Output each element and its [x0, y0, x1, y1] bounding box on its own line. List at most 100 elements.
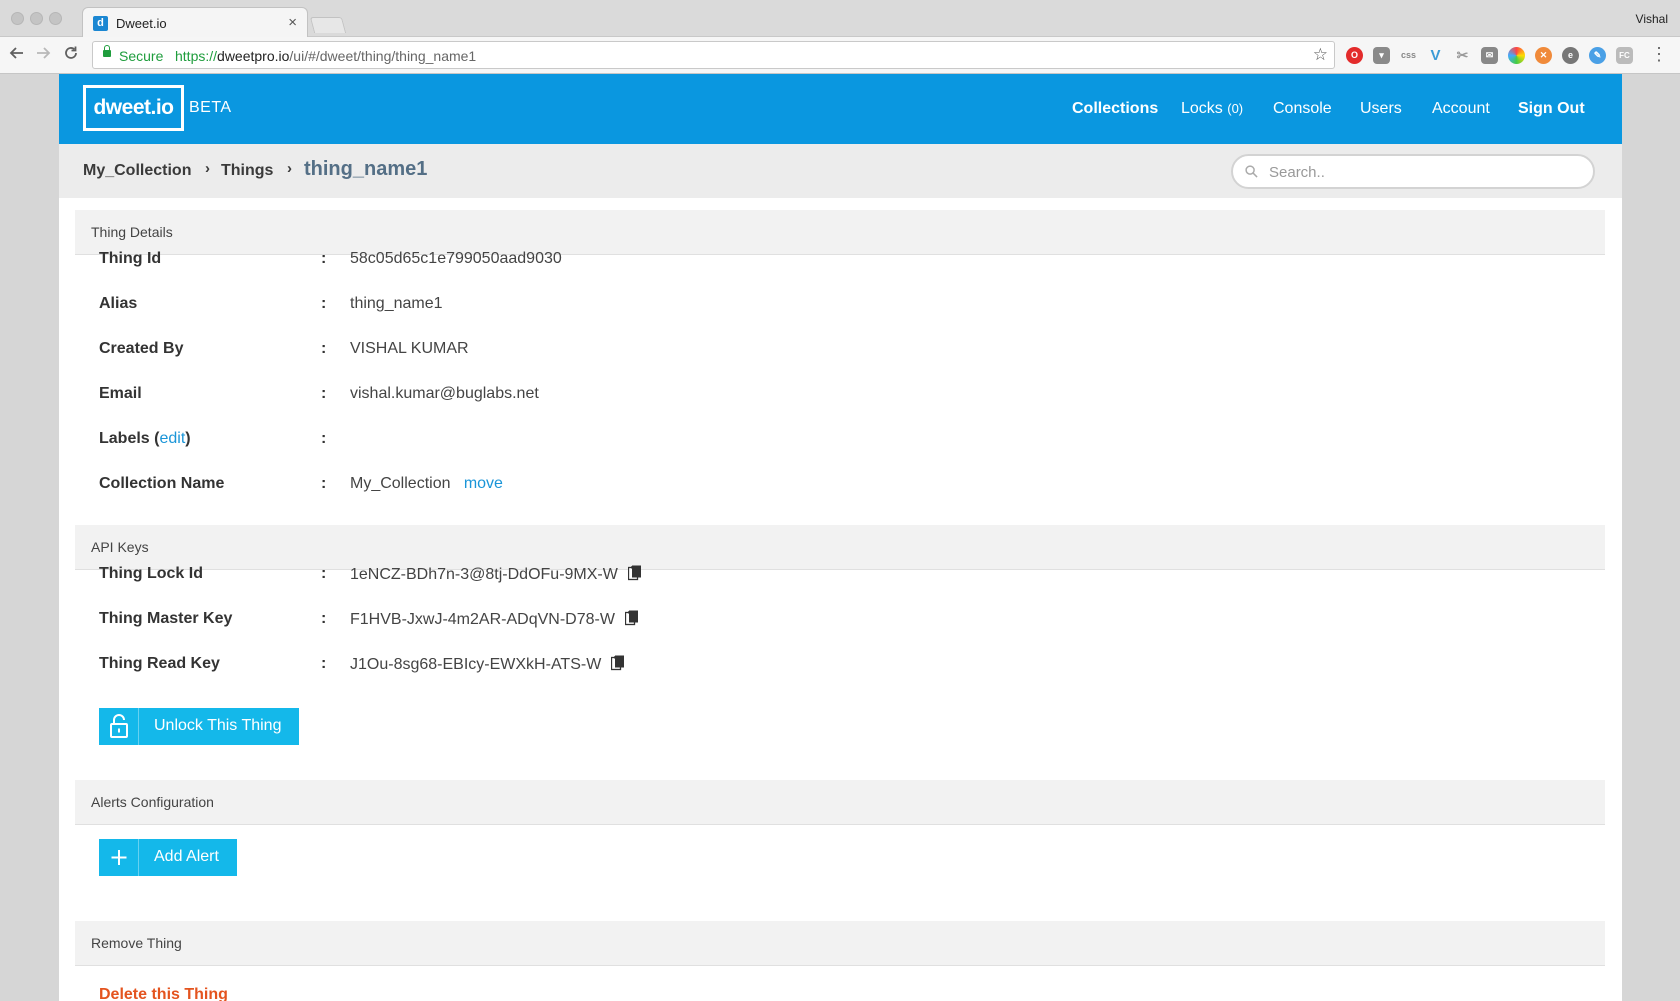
bookmark-star-icon[interactable]: ☆ [1313, 45, 1328, 65]
tab-close-icon[interactable]: × [288, 14, 297, 31]
search-icon [1245, 165, 1258, 178]
section-alerts-configuration: Alerts Configuration [75, 780, 1605, 825]
breadcrumb-chevron-icon: › [205, 160, 210, 177]
row-label: Thing Master Key [99, 610, 233, 627]
add-alert-label: Add Alert [154, 848, 219, 865]
copy-icon[interactable] [624, 610, 639, 626]
beta-badge: BETA [189, 99, 232, 116]
nav-console[interactable]: Console [1273, 100, 1332, 118]
read-key-text: J1Ou-8sg68-EBIcy-EWXkH-ATS-W [350, 656, 602, 673]
move-collection-link[interactable]: move [464, 475, 503, 492]
alias-value: thing_name1 [350, 295, 443, 312]
copy-icon[interactable] [611, 655, 625, 671]
section-thing-details: Thing Details [75, 210, 1605, 255]
mail-icon[interactable]: ✉ [1481, 47, 1498, 64]
search-box[interactable] [1231, 154, 1595, 189]
css-icon[interactable]: css [1400, 47, 1417, 64]
row-colon: : [321, 655, 327, 672]
section-remove-thing: Remove Thing [75, 921, 1605, 966]
breadcrumb-chevron-icon: › [287, 160, 292, 177]
dweet-favicon-icon: d [93, 16, 108, 31]
browser-toolbar: Secure https://dweetpro.io/ui/#/dweet/th… [0, 37, 1680, 74]
add-alert-button[interactable]: Add Alert [99, 839, 237, 876]
nav-account[interactable]: Account [1432, 100, 1490, 118]
pocket-icon[interactable]: ▾ [1373, 47, 1390, 64]
thing-id-value: 58c05d65c1e799050aad9030 [350, 250, 562, 267]
close-window-button[interactable] [11, 12, 24, 25]
plus-icon [99, 839, 139, 876]
section-api-keys: API Keys [75, 525, 1605, 570]
row-label: Created By [99, 340, 184, 357]
dweet-logo[interactable]: dweet.io [83, 85, 184, 131]
row-label: Thing Lock Id [99, 565, 203, 582]
breadcrumb-things[interactable]: Things [221, 162, 273, 180]
breadcrumb-current: thing_name1 [304, 158, 428, 180]
secure-label: Secure [119, 48, 164, 64]
url-scheme: https:// [175, 48, 218, 64]
address-bar[interactable]: Secure https://dweetpro.io/ui/#/dweet/th… [92, 41, 1335, 69]
color-wheel-icon[interactable] [1508, 47, 1525, 64]
app-header: dweet.io BETA Collections Locks (0) Cons… [59, 74, 1622, 144]
row-label: Alias [99, 295, 138, 312]
collection-name-text: My_Collection [350, 475, 451, 492]
nav-locks-label: Locks [1181, 100, 1223, 117]
row-label: Collection Name [99, 475, 225, 492]
browser-tab[interactable]: d Dweet.io × [82, 7, 308, 38]
row-colon: : [321, 340, 327, 357]
labels-label-prefix: Labels ( [99, 430, 160, 447]
unlock-icon [99, 708, 139, 745]
email-value: vishal.kumar@buglabs.net [350, 385, 539, 402]
minimize-window-button[interactable] [30, 12, 43, 25]
reload-icon[interactable] [63, 45, 79, 66]
nav-sign-out[interactable]: Sign Out [1518, 100, 1585, 118]
nav-locks[interactable]: Locks (0) [1181, 100, 1243, 118]
tab-title: Dweet.io [116, 16, 167, 31]
browser-menu-icon[interactable]: ⋮ [1650, 44, 1668, 65]
fc-icon[interactable]: FC [1616, 47, 1633, 64]
evernote-icon[interactable]: e [1562, 47, 1579, 64]
unlock-thing-label: Unlock This Thing [154, 717, 282, 734]
labels-edit-link[interactable]: edit [159, 430, 185, 447]
row-label: Email [99, 385, 142, 402]
scissors-icon[interactable]: ✂ [1454, 47, 1471, 64]
labels-label: Labels (edit) [99, 430, 191, 448]
row-colon: : [321, 385, 327, 402]
row-colon: : [321, 610, 327, 627]
url-path: /ui/#/dweet/thing/thing_name1 [289, 48, 477, 64]
unlock-thing-button[interactable]: Unlock This Thing [99, 708, 299, 745]
row-colon: : [321, 475, 327, 492]
labels-label-suffix: ) [185, 430, 191, 447]
row-label: Thing Id [99, 250, 162, 267]
copy-icon[interactable] [627, 565, 642, 581]
secure-lock-icon [103, 45, 111, 57]
nav-users[interactable]: Users [1360, 100, 1402, 118]
row-label: Thing Read Key [99, 655, 220, 672]
row-colon: : [321, 295, 327, 312]
master-key-text: F1HVB-JxwJ-4m2AR-ADqVN-D78-W [350, 611, 615, 628]
breadcrumb-collection[interactable]: My_Collection [83, 162, 191, 180]
nav-collections[interactable]: Collections [1072, 100, 1158, 118]
url-text[interactable]: https://dweetpro.io/ui/#/dweet/thing/thi… [175, 48, 476, 64]
read-key-value: J1Ou-8sg68-EBIcy-EWXkH-ATS-W [350, 655, 625, 674]
url-host: dweetpro.io [217, 48, 290, 64]
pencil-icon[interactable]: ✎ [1589, 47, 1606, 64]
browser-profile-name[interactable]: Vishal [1636, 12, 1668, 26]
page: dweet.io BETA Collections Locks (0) Cons… [59, 74, 1622, 1001]
close-circle-icon[interactable]: ✕ [1535, 47, 1552, 64]
created-by-value: VISHAL KUMAR [350, 340, 469, 357]
vue-icon[interactable]: V [1427, 47, 1444, 64]
master-key-value: F1HVB-JxwJ-4m2AR-ADqVN-D78-W [350, 610, 639, 629]
lock-id-value: 1eNCZ-BDh7n-3@8tj-DdOFu-9MX-W [350, 565, 642, 584]
new-tab-button[interactable] [309, 17, 347, 33]
breadcrumb: My_Collection › Things › thing_name1 [59, 144, 1622, 198]
forward-arrow-icon[interactable] [35, 45, 51, 66]
maximize-window-button[interactable] [49, 12, 62, 25]
back-arrow-icon[interactable] [9, 45, 25, 66]
lock-id-text: 1eNCZ-BDh7n-3@8tj-DdOFu-9MX-W [350, 566, 618, 583]
opera-icon[interactable]: O [1346, 47, 1363, 64]
delete-thing-link[interactable]: Delete this Thing [99, 986, 228, 1001]
nav-locks-count: (0) [1227, 101, 1244, 116]
browser-tab-bar: d Dweet.io × Vishal [0, 0, 1680, 38]
row-colon: : [321, 430, 327, 447]
search-input[interactable] [1269, 162, 1579, 182]
